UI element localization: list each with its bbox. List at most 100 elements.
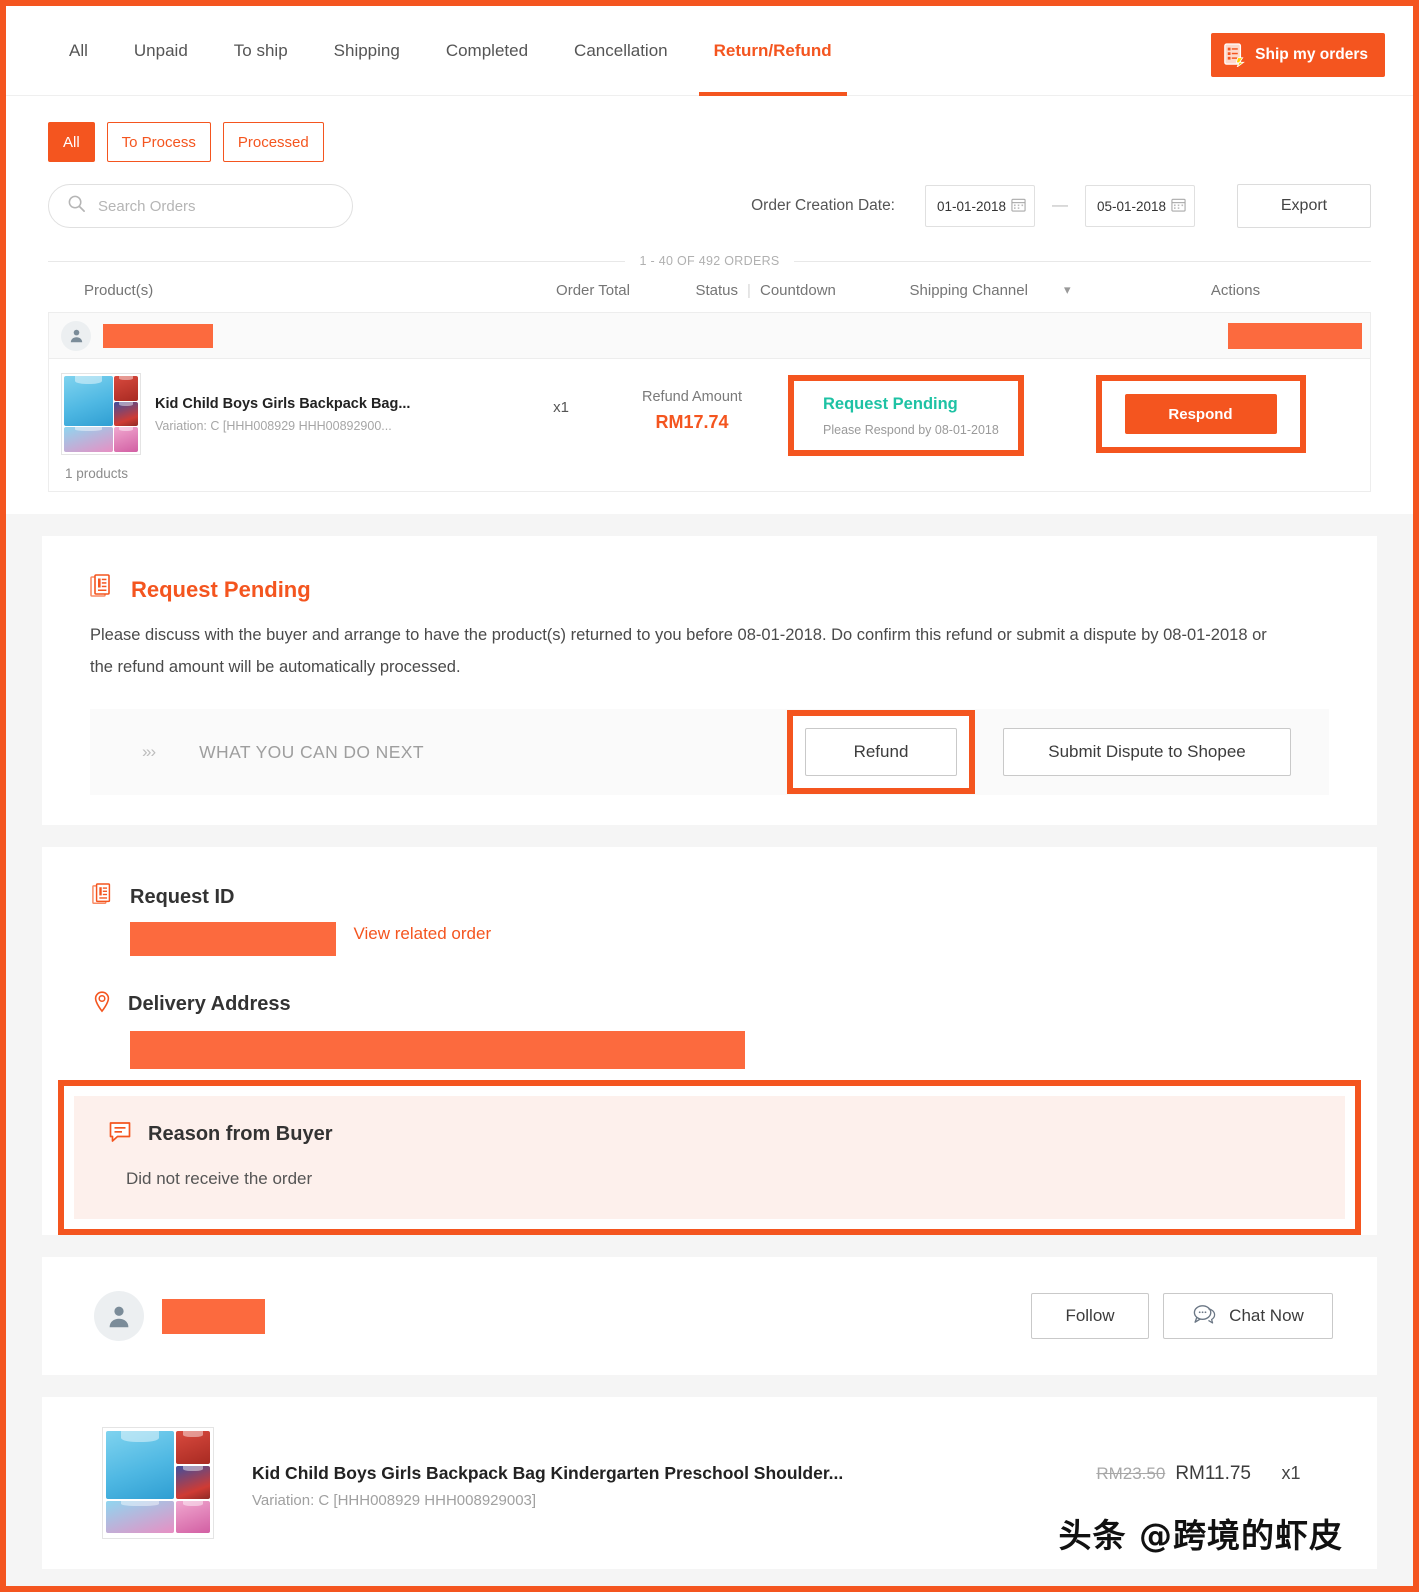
chip-all[interactable]: All [48,122,95,162]
orders-table-header: Product(s) Order Total Status | Countdow… [48,268,1371,312]
col-separator: | [747,281,751,299]
order-product-info: Kid Child Boys Girls Backpack Bag... Var… [155,373,519,481]
tab-shipping[interactable]: Shipping [311,6,423,96]
buyer-action-buttons: Follow Chat Now [1031,1293,1333,1340]
what-next-bar: »› WHAT YOU CAN DO NEXT Refund Submit Di… [90,709,1329,796]
request-pending-title: Request Pending [131,576,311,602]
search-and-date-row: Order Creation Date: 01-01-2018 — [36,162,1383,228]
divider-left [48,260,626,262]
section-gap-4 [6,1375,1413,1398]
order-status-title: Request Pending [823,394,958,413]
col-shipping-channel[interactable]: Shipping Channel ▾ [880,282,1100,299]
watermark-text: 头条 @跨境的虾皮 [1058,1516,1343,1556]
backpack-pink1-image [106,1500,174,1534]
col-products: Product(s) [84,281,154,299]
order-total-cell: Refund Amount RM17.74 [603,373,781,481]
order-status-tabs: All Unpaid To ship Shipping Completed Ca… [46,6,855,96]
col-shipping-channel-label: Shipping Channel [909,281,1028,299]
chat-now-button[interactable]: Chat Now [1163,1293,1333,1340]
ordered-product-info: Kid Child Boys Girls Backpack Bag Kinder… [214,1427,1096,1509]
search-input[interactable] [98,197,334,215]
tab-unpaid[interactable]: Unpaid [111,6,211,96]
chevron-down-icon[interactable]: ▾ [1064,282,1071,298]
refund-info-panel: Request ID View related order Delivery A… [42,847,1377,1236]
request-id-value-row: View related order [42,912,1377,957]
order-product-variation: Variation: C [HHH008929 HHH00892900... [155,418,392,433]
respond-button[interactable]: Respond [1124,394,1277,434]
export-button[interactable]: Export [1237,184,1371,228]
ship-my-orders-button[interactable]: Ship my orders [1211,33,1385,77]
submit-dispute-button[interactable]: Submit Dispute to Shopee [1003,728,1291,777]
order-actions-cell: Respond [1031,373,1370,481]
delivery-address-block: Delivery Address [42,990,1377,1074]
delivery-address-title: Delivery Address [128,993,291,1016]
backpack-pink1-image [64,427,113,452]
search-orders-box[interactable] [48,184,353,228]
product-thumbnail-large[interactable] [102,1427,214,1540]
chip-processed[interactable]: Processed [222,122,324,162]
tab-all[interactable]: All [46,6,111,96]
divider-right [793,260,1372,262]
view-related-order-link[interactable]: View related order [353,924,491,944]
chat-bubble-icon [1192,1303,1217,1330]
tab-completed[interactable]: Completed [423,6,551,96]
page-root: All Unpaid To ship Shipping Completed Ca… [0,0,1419,1592]
order-card: 1 products Kid Child Boys Girls Backpack… [48,312,1371,492]
chip-to-process[interactable]: To Process [106,122,211,162]
order-thumb-column: 1 products [61,373,155,481]
order-card-header [49,313,1370,359]
order-product-name[interactable]: Kid Child Boys Girls Backpack Bag... [155,395,519,415]
buyer-name-redacted [162,1298,265,1334]
what-next-label: WHAT YOU CAN DO NEXT [199,741,424,762]
section-gap-3 [6,1235,1413,1258]
ordered-product-variation: Variation: C [HHH008929 HHH008929003] [252,1492,537,1510]
search-icon [67,194,86,218]
backpack-red-image [113,376,138,401]
product-thumbnail[interactable] [61,373,141,455]
delivery-address-redacted [130,1031,745,1070]
refund-amount-value: RM17.74 [655,412,729,432]
what-next-buttons: Refund Submit Dispute to Shopee [787,710,1291,795]
tab-return-refund[interactable]: Return/Refund [691,6,855,96]
reason-highlight-box: Reason from Buyer Did not receive the or… [58,1080,1361,1236]
request-id-redacted [1228,322,1362,349]
tab-to-ship[interactable]: To ship [211,6,311,96]
section-gap [6,514,1413,536]
order-status-cell: Request Pending Please Respond by 08-01-… [781,373,1031,481]
request-id-row: Request ID [42,883,1377,912]
date-to-field[interactable]: 05-01-2018 [1085,185,1195,227]
section-gap-2 [6,825,1413,848]
backpack-navy-image [176,1466,210,1499]
status-highlight-box: Request Pending Please Respond by 08-01-… [788,375,1024,456]
reason-from-buyer-title: Reason from Buyer [148,1123,333,1146]
tab-cancellation[interactable]: Cancellation [551,6,691,96]
reason-from-buyer-text: Did not receive the order [126,1169,313,1189]
order-quantity: x1 [553,399,569,416]
backpack-pink2-image [113,427,138,452]
backpack-blue-image [106,1431,174,1499]
buyer-name-redacted [103,323,213,348]
process-filter-chips: All To Process Processed [36,112,1383,162]
ordered-product-name[interactable]: Kid Child Boys Girls Backpack Bag Kinder… [252,1463,1096,1484]
follow-button[interactable]: Follow [1031,1293,1149,1340]
calendar-icon [1011,197,1026,215]
backpack-blue-image [64,376,113,427]
request-pending-panel: Request Pending Please discuss with the … [42,536,1377,826]
filter-panel: All To Process Processed Order Creation … [6,96,1413,268]
date-from-field[interactable]: 01-01-2018 [925,185,1035,227]
col-status: Status [695,281,738,299]
order-product-cell: 1 products Kid Child Boys Girls Backpack… [49,373,519,481]
refund-amount-label: Refund Amount [642,389,742,405]
location-pin-icon [92,990,112,1019]
ordered-product-quantity: x1 [1281,1463,1301,1484]
orders-table: Product(s) Order Total Status | Countdow… [6,268,1413,514]
chevron-right-triple-icon: »› [142,742,156,762]
backpack-pink2-image [176,1500,210,1534]
order-status-tabbar: All Unpaid To ship Shipping Completed Ca… [6,6,1413,96]
speech-bubble-icon [108,1120,132,1149]
refund-button[interactable]: Refund [805,728,957,777]
date-range-separator: — [1052,197,1068,214]
backpack-navy-image [113,401,138,427]
col-actions: Actions [1210,281,1261,299]
order-status-deadline: Please Respond by 08-01-2018 [823,422,999,437]
